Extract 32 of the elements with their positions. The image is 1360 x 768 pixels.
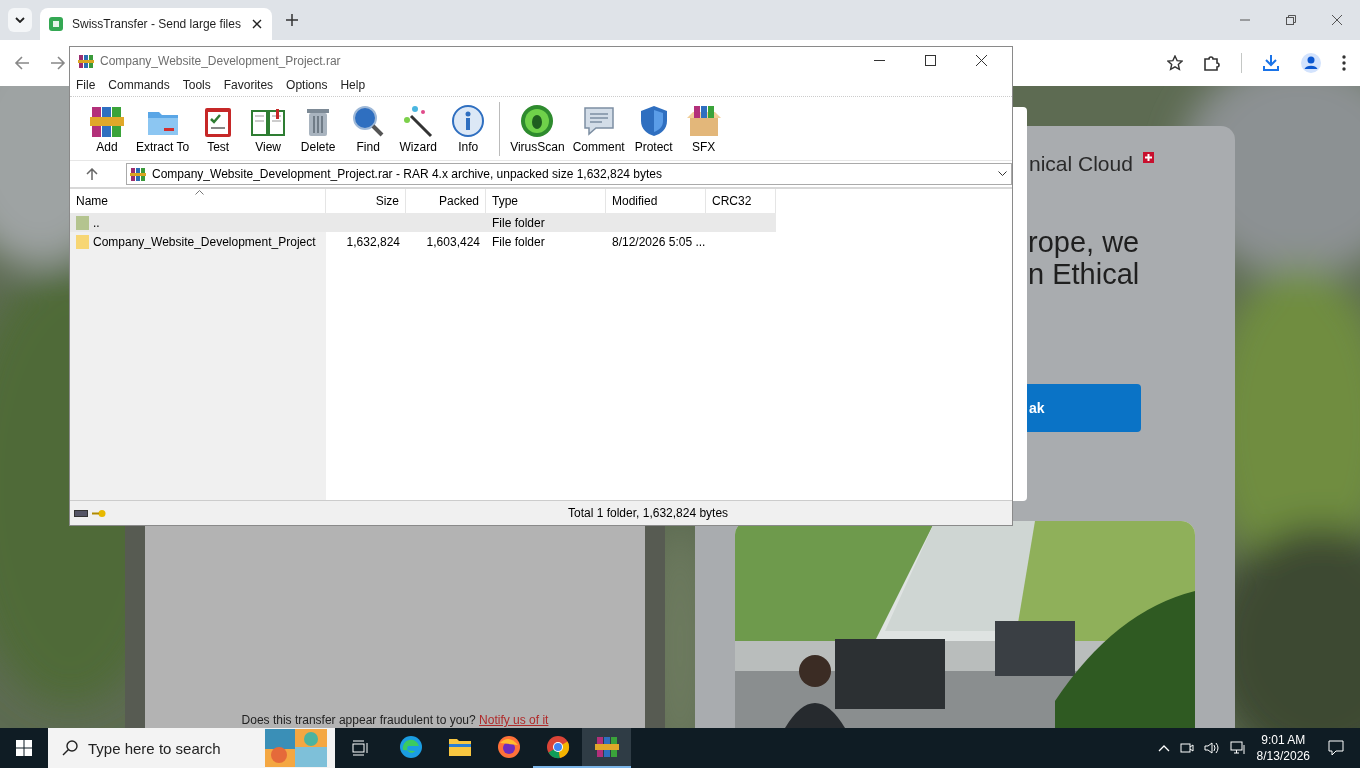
books-icon [594,735,619,759]
download-icon[interactable] [1262,54,1280,72]
camera-icon[interactable] [1179,741,1194,755]
close-icon[interactable] [252,19,262,29]
forward-icon[interactable] [50,55,66,71]
chevron-icon [15,17,25,23]
windows-icon[interactable] [16,740,32,756]
chevron-up-icon[interactable] [1157,744,1170,752]
tab-title: SwissTransfer - Send large files [72,17,242,31]
network-icon[interactable] [1229,741,1246,755]
puzzle-icon[interactable] [1203,54,1221,72]
new-tab-icon[interactable] [286,14,298,26]
maximize-icon[interactable] [925,55,936,66]
clock-date: 8/13/2026 [1256,748,1310,764]
menu-icon[interactable] [1342,55,1346,71]
search-field[interactable]: Type here to search [48,728,335,768]
books-icon [78,52,94,69]
tab-search-button[interactable] [8,8,32,32]
profile-icon[interactable] [1300,52,1322,74]
star-icon[interactable] [1167,55,1183,71]
browser-tab[interactable]: SwissTransfer - Send large files [40,8,272,40]
search-icon [62,740,78,756]
speaker-icon[interactable] [1203,741,1220,755]
notification-icon[interactable] [1328,740,1344,756]
restore-icon[interactable] [1286,15,1296,25]
taskbar-app[interactable] [582,728,631,768]
close-icon[interactable] [976,55,987,66]
back-icon[interactable] [14,55,30,71]
clock-time: 9:01 AM [1261,732,1306,748]
window-title: Company_Website_Development_Project.rar [100,53,341,68]
task-view-icon[interactable] [352,740,370,756]
favicon-icon [48,16,64,32]
